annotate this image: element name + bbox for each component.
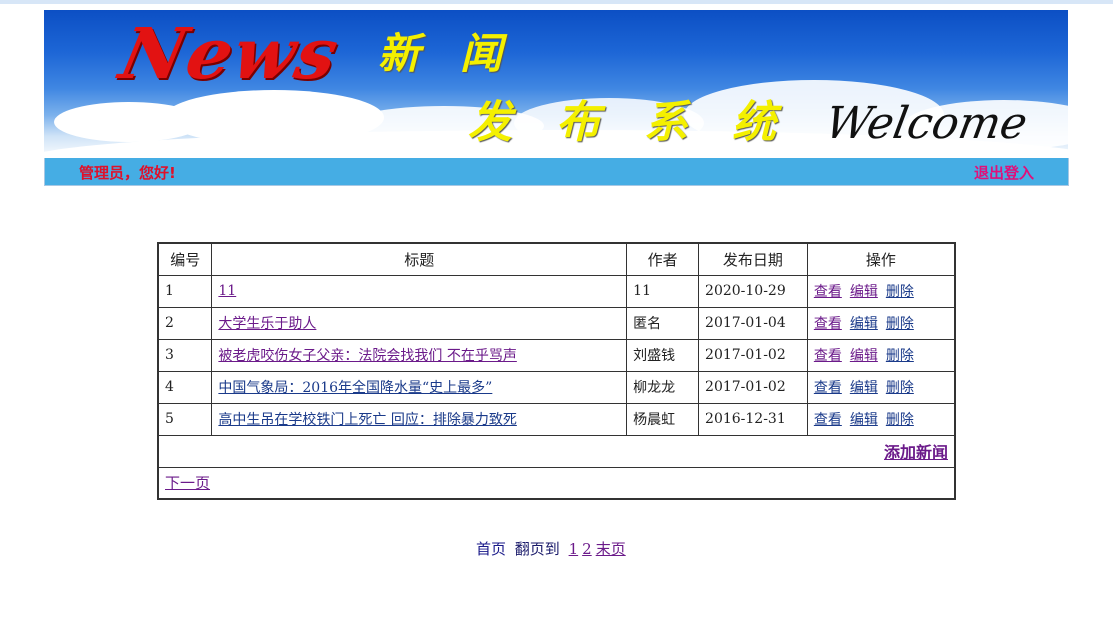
col-header-id: 编号 [157, 242, 213, 276]
cell-actions: 查看 编辑 删除 [806, 402, 956, 436]
next-page-row: 下一页 [157, 466, 956, 500]
table-row: 2 大学生乐于助人 匿名 2017-01-04 查看 编辑 删除 [157, 306, 956, 340]
admin-greeting: 管理员，您好! [79, 164, 176, 182]
edit-link[interactable]: 编辑 [850, 412, 878, 428]
news-title-link[interactable]: 高中生吊在学校铁门上死亡 回应：排除暴力致死 [218, 412, 516, 428]
news-title-link[interactable]: 大学生乐于助人 [218, 316, 316, 332]
banner-char: 新 [378, 29, 421, 78]
delete-link[interactable]: 删除 [886, 316, 914, 332]
header-banner: News 新闻 发布系统 Welcome [44, 10, 1068, 160]
cell-author: 杨晨虹 [626, 402, 700, 436]
cell-author: 刘盛钱 [626, 338, 700, 372]
delete-link[interactable]: 删除 [886, 348, 914, 364]
cell-date: 2017-01-04 [698, 306, 808, 340]
view-link[interactable]: 查看 [814, 380, 842, 396]
table-row: 1 11 11 2020-10-29 查看 编辑 删除 [157, 274, 956, 308]
cell-date: 2020-10-29 [698, 274, 808, 308]
news-table: 编号 标题 作者 发布日期 操作 1 11 11 2020-10-29 查看 编辑… [157, 242, 956, 500]
cell-date: 2017-01-02 [698, 370, 808, 404]
edit-link[interactable]: 编辑 [850, 348, 878, 364]
cell-title: 中国气象局：2016年全国降水量“史上最多” [211, 370, 628, 404]
cell-id: 5 [157, 402, 213, 436]
page-link-2[interactable]: 2 [582, 540, 592, 558]
edit-link[interactable]: 编辑 [850, 380, 878, 396]
cell-actions: 查看 编辑 删除 [806, 370, 956, 404]
cell-id: 2 [157, 306, 213, 340]
news-title-link[interactable]: 被老虎咬伤女子父亲：法院会找我们 不在乎骂声 [218, 348, 516, 364]
banner-char: 发 [468, 97, 512, 148]
view-link[interactable]: 查看 [814, 316, 842, 332]
edit-link[interactable]: 编辑 [850, 284, 878, 300]
welcome-text: Welcome [821, 98, 1032, 149]
cell-id: 4 [157, 370, 213, 404]
cell-actions: 查看 编辑 删除 [806, 338, 956, 372]
cell-id: 3 [157, 338, 213, 372]
cell-author: 柳龙龙 [626, 370, 700, 404]
cell-title: 11 [211, 274, 628, 308]
view-link[interactable]: 查看 [814, 284, 842, 300]
top-border [0, 0, 1113, 4]
delete-link[interactable]: 删除 [886, 380, 914, 396]
banner-char: 闻 [460, 29, 503, 78]
news-title-link[interactable]: 11 [218, 283, 236, 299]
banner-title-line2: 发布系统 [468, 86, 820, 150]
next-page-link[interactable]: 下一页 [165, 474, 210, 492]
pager: 首页 翻页到 1 2 末页 [476, 538, 630, 559]
banner-title-line1: 新闻 [378, 20, 542, 81]
cell-author: 匿名 [626, 306, 700, 340]
last-page-link[interactable]: 末页 [596, 540, 626, 558]
table-row: 3 被老虎咬伤女子父亲：法院会找我们 不在乎骂声 刘盛钱 2017-01-02 … [157, 338, 956, 372]
cell-actions: 查看 编辑 删除 [806, 274, 956, 308]
page-link-1[interactable]: 1 [569, 540, 579, 558]
first-page-link[interactable]: 首页 [476, 540, 506, 558]
cell-author: 11 [626, 274, 700, 308]
cell-title: 大学生乐于助人 [211, 306, 628, 340]
cell-date: 2017-01-02 [698, 338, 808, 372]
table-header-row: 编号 标题 作者 发布日期 操作 [157, 242, 956, 276]
view-link[interactable]: 查看 [814, 348, 842, 364]
cell-title: 高中生吊在学校铁门上死亡 回应：排除暴力致死 [211, 402, 628, 436]
banner-char: 布 [556, 97, 600, 148]
view-link[interactable]: 查看 [814, 412, 842, 428]
news-logo: News [113, 12, 348, 95]
next-page-cell: 下一页 [157, 466, 956, 500]
add-news-link[interactable]: 添加新闻 [884, 443, 948, 462]
banner-char: 系 [644, 97, 688, 148]
cell-actions: 查看 编辑 删除 [806, 306, 956, 340]
banner-char: 统 [732, 97, 776, 148]
cell-id: 1 [157, 274, 213, 308]
cell-date: 2016-12-31 [698, 402, 808, 436]
edit-link[interactable]: 编辑 [850, 316, 878, 332]
add-news-cell: 添加新闻 [157, 434, 956, 468]
col-header-actions: 操作 [806, 242, 956, 276]
col-header-title: 标题 [211, 242, 628, 276]
cell-title: 被老虎咬伤女子父亲：法院会找我们 不在乎骂声 [211, 338, 628, 372]
logout-link[interactable]: 退出登入 [974, 162, 1034, 183]
table-row: 5 高中生吊在学校铁门上死亡 回应：排除暴力致死 杨晨虹 2016-12-31 … [157, 402, 956, 436]
col-header-author: 作者 [626, 242, 700, 276]
delete-link[interactable]: 删除 [886, 412, 914, 428]
jump-label: 翻页到 [514, 540, 560, 558]
news-title-link[interactable]: 中国气象局：2016年全国降水量“史上最多” [218, 380, 492, 396]
col-header-date: 发布日期 [698, 242, 808, 276]
delete-link[interactable]: 删除 [886, 284, 914, 300]
add-news-row: 添加新闻 [157, 434, 956, 468]
table-row: 4 中国气象局：2016年全国降水量“史上最多” 柳龙龙 2017-01-02 … [157, 370, 956, 404]
user-bar: 管理员，您好! 退出登入 [44, 158, 1069, 186]
